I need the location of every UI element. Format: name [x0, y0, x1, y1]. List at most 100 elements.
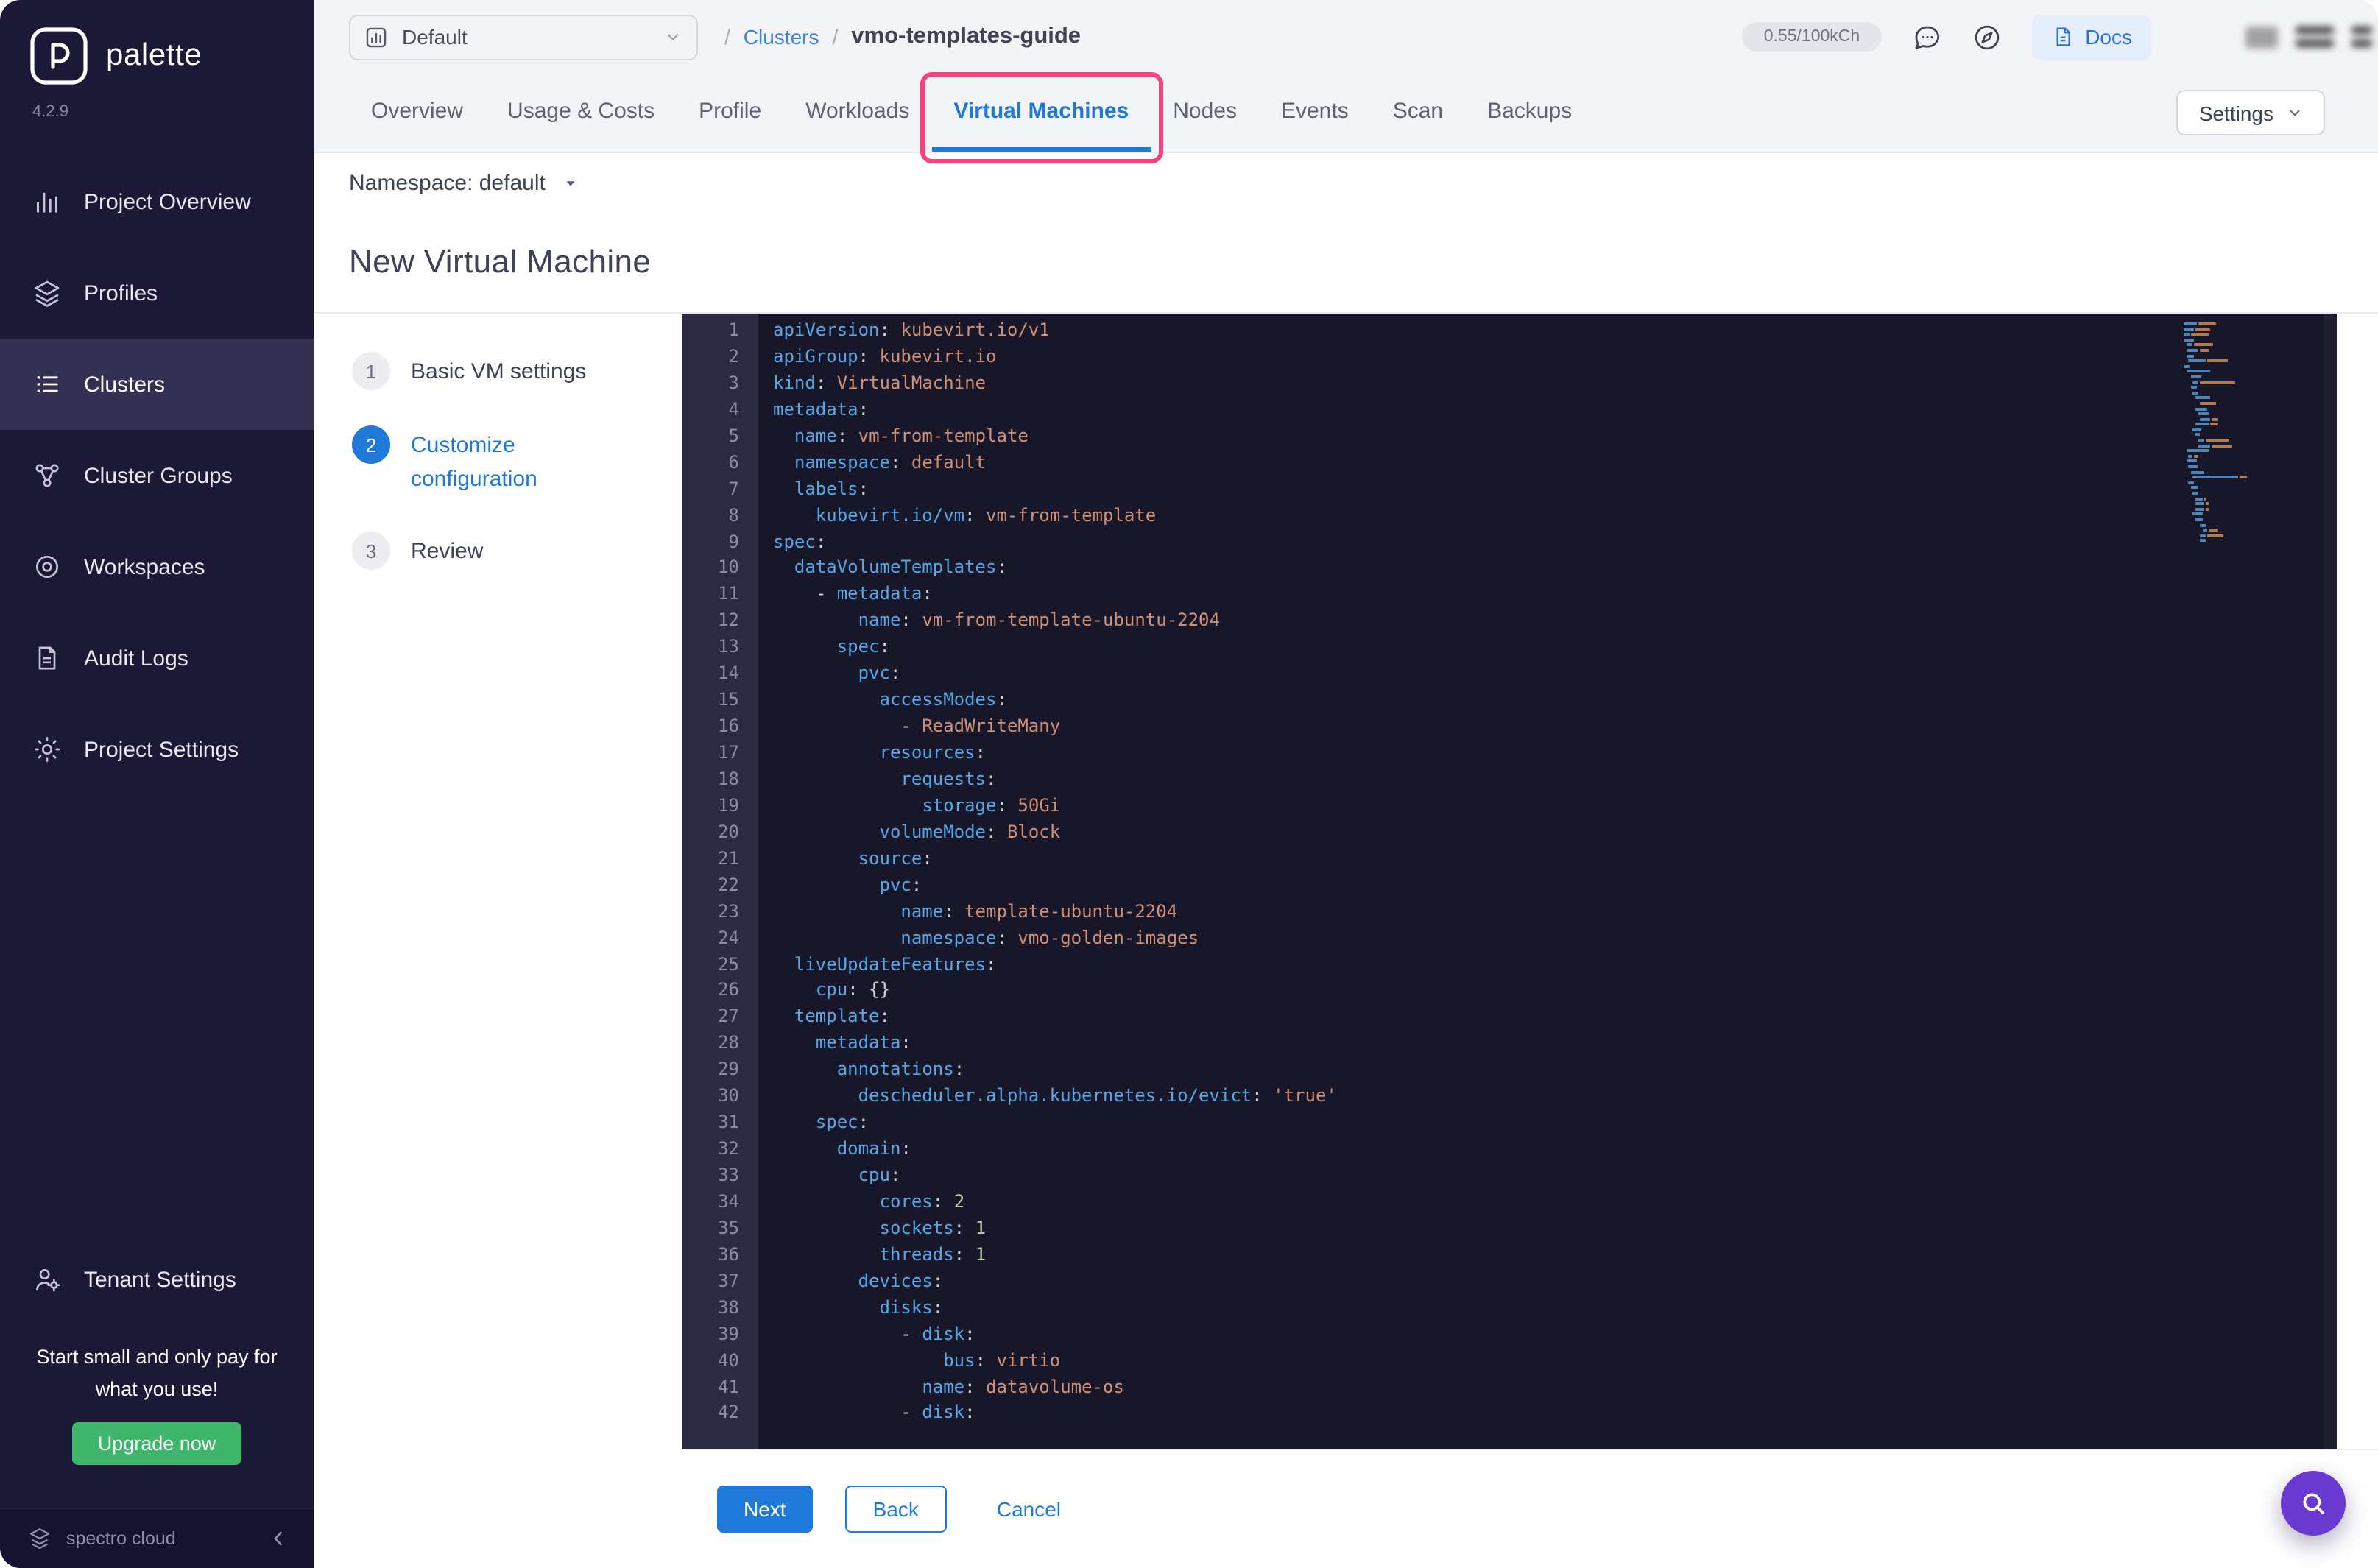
cancel-button[interactable]: Cancel — [997, 1497, 1061, 1521]
step-review[interactable]: 3 Review — [352, 532, 682, 570]
step-customize-configuration[interactable]: 2 Customize configuration — [352, 425, 682, 496]
line-number: 7 — [728, 478, 739, 499]
sidebar-item-cluster-groups[interactable]: Cluster Groups — [0, 430, 314, 521]
minimap-line — [2184, 433, 2278, 437]
viewport: palette 4.2.9 Project Overview Profiles Cl… — [0, 0, 2378, 1568]
code-line: 12 name: vm-from-template-ubuntu-2204 — [682, 609, 2337, 635]
line-number: 39 — [718, 1323, 739, 1344]
line-number: 16 — [718, 716, 739, 737]
minimap-line — [2184, 439, 2278, 442]
line-number: 21 — [718, 847, 739, 869]
tab-events[interactable]: Events — [1259, 74, 1371, 152]
upgrade-button[interactable]: Upgrade now — [72, 1422, 241, 1466]
sidebar-item-label: Project Settings — [84, 737, 239, 762]
sidebar: palette 4.2.9 Project Overview Profiles Cl… — [0, 0, 314, 1568]
minimap-line — [2184, 364, 2278, 368]
minimap-line — [2184, 328, 2278, 331]
editor-minimap[interactable] — [2184, 322, 2278, 545]
page-header: New Virtual Machine — [314, 212, 2378, 314]
namespace-selector[interactable]: Namespace: default — [349, 170, 579, 195]
code-line: 37 devices: — [682, 1269, 2337, 1296]
minimap-line — [2184, 348, 2278, 352]
tab-nodes[interactable]: Nodes — [1151, 74, 1259, 152]
sidebar-item-project-settings[interactable]: Project Settings — [0, 704, 314, 795]
minimap-line — [2184, 476, 2278, 479]
docs-button[interactable]: Docs — [2032, 14, 2151, 60]
minimap-line — [2184, 417, 2278, 421]
brand[interactable]: palette — [0, 0, 314, 85]
search-icon — [2303, 1493, 2325, 1515]
chart-icon — [32, 187, 62, 216]
redacted-text — [2351, 27, 2372, 47]
line-number: 1 — [728, 319, 739, 340]
minimap-line — [2184, 322, 2278, 325]
minimap-line — [2184, 338, 2278, 342]
sidebar-item-label: Audit Logs — [84, 646, 188, 671]
next-button[interactable]: Next — [717, 1486, 813, 1533]
sidebar-item-clusters[interactable]: Clusters — [0, 339, 314, 430]
tab-workloads[interactable]: Workloads — [783, 74, 931, 152]
minimap-line — [2184, 412, 2278, 416]
code-line: 24 namespace: vmo-golden-images — [682, 925, 2337, 952]
line-number: 12 — [718, 610, 739, 631]
caret-down-icon — [563, 174, 579, 191]
step-basic-vm-settings[interactable]: 1 Basic VM settings — [352, 352, 682, 390]
gear-icon — [32, 735, 62, 764]
main-area: Default / Clusters / vmo-templates-guide… — [314, 0, 2378, 1568]
sidebar-item-profiles[interactable]: Profiles — [0, 247, 314, 339]
yaml-editor[interactable]: 1 apiVersion: kubevirt.io/v1 2 apiGroup: ku… — [682, 314, 2337, 1449]
code-line: 29 annotations: — [682, 1058, 2337, 1084]
code-line: 5 name: vm-from-template — [682, 424, 2337, 451]
compass-icon[interactable] — [1972, 21, 2003, 52]
code-line: 35 sockets: 1 — [682, 1216, 2337, 1243]
sidebar-item-tenant-settings[interactable]: Tenant Settings — [0, 1238, 314, 1321]
collapse-sidebar-icon[interactable] — [267, 1527, 290, 1550]
minimap-line — [2184, 449, 2278, 453]
code-line: 3 kind: VirtualMachine — [682, 371, 2337, 398]
footer-brand: spectro cloud — [66, 1528, 176, 1549]
code-line: 16 - ReadWriteMany — [682, 714, 2337, 741]
line-number: 20 — [718, 821, 739, 842]
layers-icon — [32, 278, 62, 308]
settings-button[interactable]: Settings — [2176, 90, 2325, 135]
tab-scan[interactable]: Scan — [1371, 74, 1465, 152]
tab-profile[interactable]: Profile — [677, 74, 783, 152]
sidebar-item-workspaces[interactable]: Workspaces — [0, 521, 314, 612]
tab-virtual-machines[interactable]: Virtual Machines — [931, 74, 1151, 152]
minimap-line — [2184, 518, 2278, 521]
back-button[interactable]: Back — [844, 1486, 947, 1533]
project-selector[interactable]: Default — [349, 14, 698, 60]
clusters-icon — [32, 370, 62, 399]
minimap-line — [2184, 539, 2278, 543]
code-line: 42 - disk: — [682, 1401, 2337, 1427]
code-line: 38 disks: — [682, 1295, 2337, 1321]
line-number: 30 — [718, 1085, 739, 1106]
tab-usage-costs[interactable]: Usage & Costs — [485, 74, 677, 152]
step-label: Customize configuration — [411, 433, 537, 491]
sidebar-item-audit-logs[interactable]: Audit Logs — [0, 612, 314, 704]
code-line: 4 metadata: — [682, 398, 2337, 424]
search-fab[interactable] — [2281, 1471, 2346, 1536]
line-number: 3 — [728, 372, 739, 393]
minimap-line — [2184, 391, 2278, 395]
minimap-line — [2184, 465, 2278, 469]
minimap-line — [2184, 492, 2278, 495]
settings-button-label: Settings — [2198, 101, 2273, 124]
editor-column: 1 apiVersion: kubevirt.io/v1 2 apiGroup: ku… — [682, 314, 2378, 1568]
line-number: 19 — [718, 794, 739, 816]
project-scope-icon — [364, 24, 389, 49]
line-number: 4 — [728, 398, 739, 420]
sidebar-item-project-overview[interactable]: Project Overview — [0, 156, 314, 247]
breadcrumb-clusters-link[interactable]: Clusters — [744, 25, 819, 49]
breadcrumb-separator: / — [724, 25, 730, 49]
minimap-line — [2184, 359, 2278, 363]
tab-overview[interactable]: Overview — [349, 74, 485, 152]
line-number: 22 — [718, 874, 739, 895]
chat-icon[interactable] — [1911, 21, 1942, 52]
line-number: 14 — [718, 663, 739, 684]
line-number: 42 — [718, 1402, 739, 1423]
tab-backups[interactable]: Backups — [1465, 74, 1594, 152]
step-label: Basic VM settings — [411, 359, 587, 384]
code-line: 40 bus: virtio — [682, 1348, 2337, 1374]
minimap-line — [2184, 407, 2278, 410]
